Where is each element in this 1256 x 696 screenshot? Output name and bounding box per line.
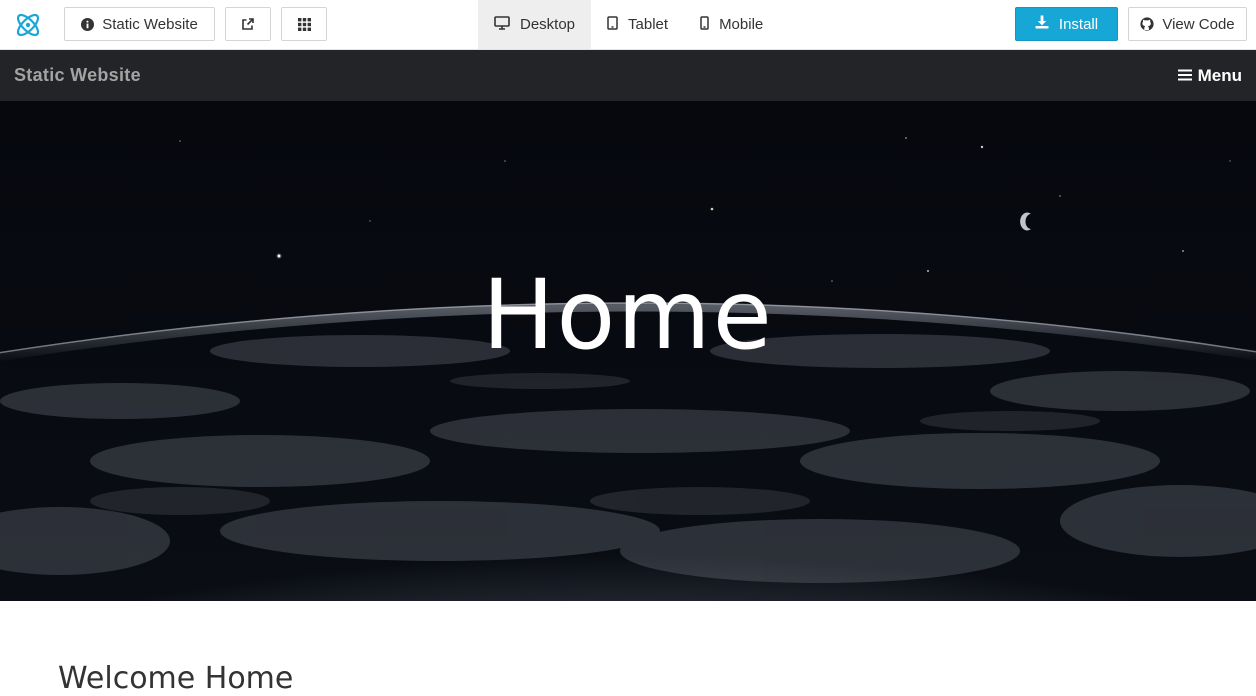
site-info-label: Static Website: [102, 15, 198, 33]
site-brand-link[interactable]: Static Website: [14, 65, 141, 86]
device-tab-label: Tablet: [628, 16, 669, 33]
top-toolbar: Static Website Desktop Tablet Mobile Ins…: [0, 0, 1256, 50]
desktop-icon: [494, 15, 510, 34]
download-icon: [1035, 15, 1049, 33]
grid-icon: [297, 17, 311, 31]
github-icon: [1140, 17, 1154, 31]
device-tab-label: Desktop: [520, 16, 576, 33]
view-code-button[interactable]: View Code: [1128, 7, 1247, 41]
view-code-label: View Code: [1162, 15, 1235, 33]
section-heading: Welcome Home: [58, 661, 294, 696]
menu-toggle-button[interactable]: Menu: [1177, 65, 1242, 86]
open-external-button[interactable]: [225, 7, 271, 41]
apps-grid-button[interactable]: [281, 7, 327, 41]
hero-title: Home: [482, 259, 774, 371]
hamburger-icon: [1177, 66, 1192, 86]
atom-logo-icon[interactable]: [12, 9, 44, 41]
device-tab-tablet[interactable]: Tablet: [591, 0, 684, 49]
mobile-icon: [700, 15, 709, 34]
page-content: Welcome Home: [0, 601, 1256, 696]
site-info-button[interactable]: Static Website: [64, 7, 215, 41]
tablet-icon: [607, 15, 618, 34]
hero-banner: Home: [0, 101, 1256, 601]
install-button[interactable]: Install: [1015, 7, 1118, 41]
device-tab-desktop[interactable]: Desktop: [478, 0, 592, 49]
device-switcher: Desktop Tablet Mobile: [478, 0, 779, 49]
device-tab-mobile[interactable]: Mobile: [684, 0, 779, 49]
site-navbar: Static Website Menu: [0, 50, 1256, 101]
device-tab-label: Mobile: [719, 16, 764, 33]
menu-label: Menu: [1197, 65, 1242, 85]
info-icon: [81, 17, 95, 31]
external-link-icon: [241, 17, 255, 31]
install-label: Install: [1058, 15, 1099, 33]
